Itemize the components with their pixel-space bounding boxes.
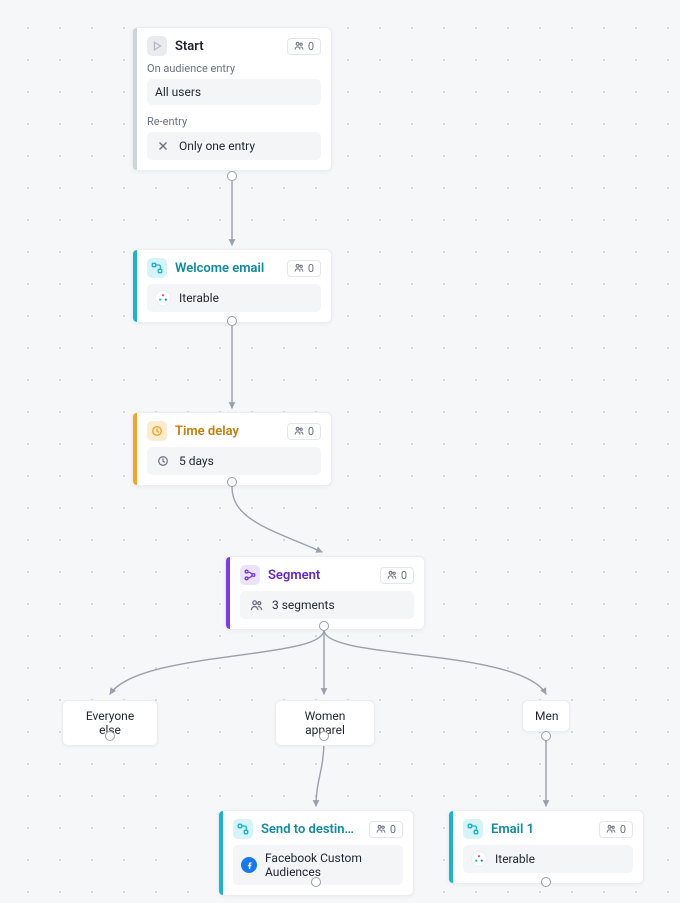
provider-name: Iterable	[179, 291, 219, 305]
facebook-icon	[241, 857, 257, 873]
node-stripe	[133, 250, 137, 322]
count-value: 0	[401, 570, 407, 581]
port-out[interactable]	[541, 731, 551, 741]
node-stripe	[133, 413, 137, 485]
node-title: Time delay	[175, 424, 279, 439]
branch-label: Men	[535, 709, 558, 723]
users-icon	[294, 263, 304, 273]
reentry-pill[interactable]: Only one entry	[147, 132, 321, 160]
audience-value: All users	[155, 85, 201, 99]
users-icon	[387, 570, 397, 580]
node-title: Segment	[268, 568, 372, 583]
users-icon	[606, 824, 616, 834]
flow-icon	[147, 258, 167, 278]
users-icon	[376, 824, 386, 834]
count-value: 0	[390, 824, 396, 835]
provider-name: Iterable	[495, 852, 535, 866]
node-welcome-email[interactable]: Welcome email 0 Iterable	[132, 249, 332, 323]
node-stripe	[226, 557, 230, 629]
node-stripe	[133, 28, 137, 170]
node-stripe	[449, 811, 453, 883]
users-count-badge: 0	[369, 821, 403, 838]
port-out[interactable]	[227, 171, 237, 181]
node-segment[interactable]: Segment 0 3 segments	[225, 556, 425, 630]
users-count-badge: 0	[380, 567, 414, 584]
users-icon	[248, 597, 264, 613]
users-count-badge: 0	[287, 260, 321, 277]
connectors	[0, 0, 680, 903]
play-icon	[147, 36, 167, 56]
audience-entry-label: On audience entry	[147, 62, 321, 75]
port-out[interactable]	[541, 877, 551, 887]
segments-summary: 3 segments	[272, 598, 335, 612]
node-title: Send to destination	[261, 822, 361, 837]
users-count-badge: 0	[287, 423, 321, 440]
count-value: 0	[308, 41, 314, 52]
iterable-icon	[471, 851, 487, 867]
node-email-1[interactable]: Email 1 0 Iterable	[448, 810, 644, 884]
node-title: Email 1	[491, 822, 591, 837]
node-time-delay[interactable]: Time delay 0 5 days	[132, 412, 332, 486]
users-icon	[294, 426, 304, 436]
users-count-badge: 0	[599, 821, 633, 838]
count-value: 0	[620, 824, 626, 835]
reentry-value: Only one entry	[179, 139, 255, 153]
delay-value: 5 days	[179, 454, 214, 468]
node-start[interactable]: Start 0 On audience entry All users Re-e…	[132, 27, 332, 171]
reentry-label: Re-entry	[147, 115, 321, 128]
port-out[interactable]	[227, 477, 237, 487]
provider-pill[interactable]: Iterable	[147, 284, 321, 312]
flow-icon	[463, 819, 483, 839]
node-title: Start	[175, 39, 279, 54]
delay-pill[interactable]: 5 days	[147, 447, 321, 475]
branch-men[interactable]: Men	[522, 700, 570, 732]
count-value: 0	[308, 426, 314, 437]
port-out[interactable]	[319, 621, 329, 631]
port-out[interactable]	[227, 316, 237, 326]
users-icon	[294, 41, 304, 51]
port-out[interactable]	[105, 731, 115, 741]
port-out[interactable]	[311, 877, 321, 887]
count-value: 0	[308, 263, 314, 274]
audience-pill[interactable]: All users	[147, 79, 321, 105]
clock-icon	[147, 421, 167, 441]
node-stripe	[219, 811, 223, 895]
port-out[interactable]	[319, 731, 329, 741]
flow-icon	[233, 819, 253, 839]
destination-name: Facebook Custom Audiences	[265, 851, 395, 879]
node-title: Welcome email	[175, 261, 279, 276]
close-icon	[155, 138, 171, 154]
iterable-icon	[155, 290, 171, 306]
segments-pill[interactable]: 3 segments	[240, 591, 414, 619]
users-count-badge: 0	[287, 38, 321, 55]
provider-pill[interactable]: Iterable	[463, 845, 633, 873]
clock-icon	[155, 453, 171, 469]
split-icon	[240, 565, 260, 585]
